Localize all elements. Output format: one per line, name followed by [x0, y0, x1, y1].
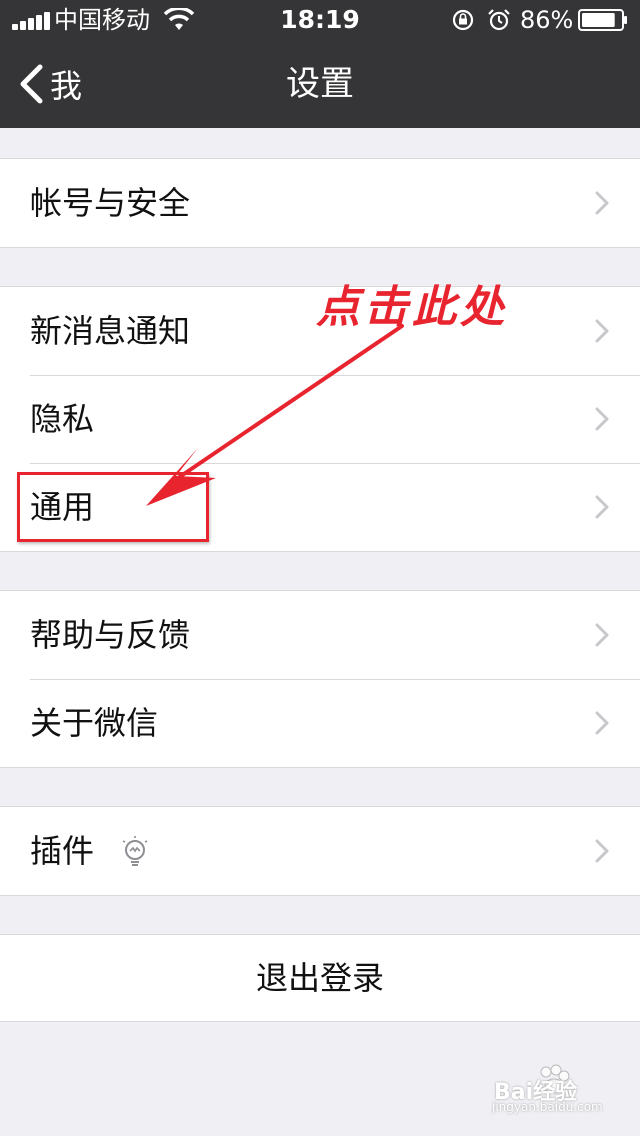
chevron-right-icon — [595, 495, 609, 519]
status-bar: 中国移动 18:19 86% — [0, 0, 640, 40]
chevron-left-icon — [20, 64, 43, 104]
chevron-right-icon — [595, 839, 609, 863]
battery-icon — [578, 9, 627, 31]
chevron-right-icon — [595, 407, 609, 431]
settings-item-label: 隐私 — [30, 400, 95, 438]
battery-percent: 86% — [520, 6, 574, 34]
logout-label: 退出登录 — [255, 959, 384, 997]
annotation-arrow-icon — [146, 324, 404, 506]
settings-group-plugins: 插件 — [0, 806, 640, 896]
wifi-icon — [164, 8, 194, 30]
page-title: 设置 — [286, 64, 354, 104]
settings-group-help: 帮助与反馈 关于微信 — [0, 590, 640, 768]
settings-item-label: 插件 — [30, 832, 95, 870]
chevron-right-icon — [595, 319, 609, 343]
alarm-icon — [488, 9, 510, 31]
chevron-right-icon — [595, 623, 609, 647]
settings-item-label: 帮助与反馈 — [30, 616, 191, 654]
chevron-right-icon — [595, 191, 609, 215]
watermark-url: jingyan.baidu.com — [492, 1100, 603, 1114]
signal-icon — [12, 12, 50, 30]
rotation-lock-icon — [452, 9, 474, 31]
back-button[interactable]: 我 — [18, 58, 82, 110]
logout-group: 退出登录 — [0, 934, 640, 1022]
lightbulb-icon — [122, 836, 148, 866]
settings-item-about[interactable]: 关于微信 — [0, 679, 640, 767]
top-bar: 中国移动 18:19 86% 我 设置 — [0, 0, 640, 128]
back-label: 我 — [50, 67, 83, 105]
logout-button[interactable]: 退出登录 — [0, 935, 640, 1021]
settings-item-account-security[interactable]: 帐号与安全 — [0, 159, 640, 247]
settings-item-help-feedback[interactable]: 帮助与反馈 — [0, 591, 640, 679]
navigation-bar: 我 设置 — [0, 40, 640, 128]
settings-item-label: 关于微信 — [30, 704, 159, 742]
settings-group-account: 帐号与安全 — [0, 158, 640, 248]
settings-item-plugins[interactable]: 插件 — [0, 807, 640, 895]
settings-item-label: 帐号与安全 — [30, 184, 191, 222]
carrier-name: 中国移动 — [54, 6, 150, 34]
chevron-right-icon — [595, 711, 609, 735]
